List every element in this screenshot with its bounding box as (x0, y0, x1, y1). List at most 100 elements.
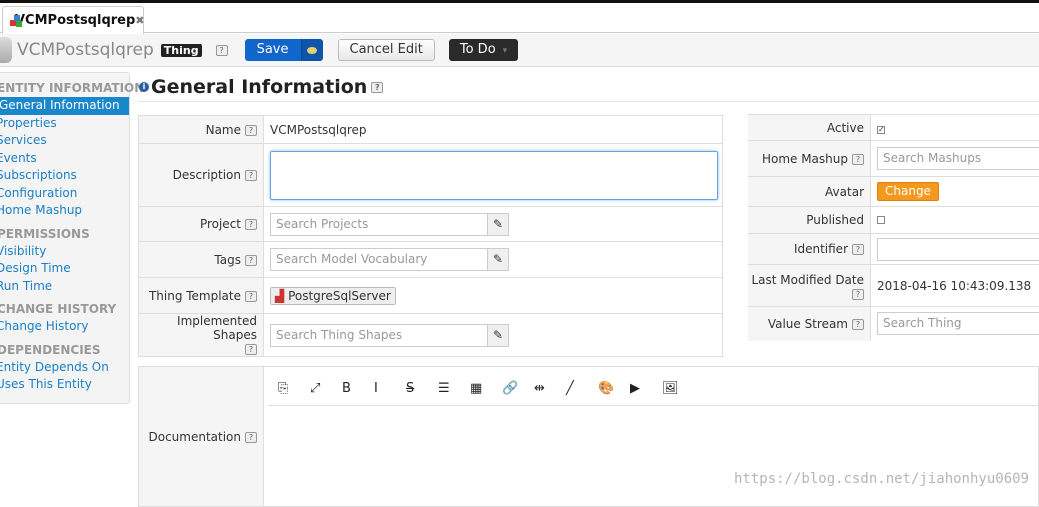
sidebar-section-header: PERMISSIONS (0, 226, 129, 243)
bold-icon[interactable]: B (342, 381, 374, 396)
project-search-input[interactable]: Search Projects✎ (270, 213, 509, 236)
sidebar-item-run-time[interactable]: Run Time (0, 278, 129, 296)
help-icon[interactable]: ? (852, 319, 864, 330)
row-name: Name?VCMPostsqlqrep (139, 116, 723, 144)
identifier-input[interactable] (877, 238, 1039, 261)
comment-icon (307, 47, 317, 54)
list-icon[interactable]: ☰ (438, 381, 470, 396)
thing-template-chip[interactable]: ▟ PostgreSqlServer (270, 287, 396, 305)
color-icon[interactable]: 🎨 (598, 381, 630, 396)
fullscreen-icon[interactable]: ⤢ (310, 381, 342, 396)
page-title: iGeneral Information? (139, 76, 383, 98)
help-icon[interactable]: ? (245, 344, 257, 355)
entity-name: VCMPostsqlqrep (17, 40, 154, 60)
sidebar-item-configuration[interactable]: Configuration (0, 185, 129, 203)
shapes-search-input[interactable]: Search Thing Shapes✎ (270, 324, 509, 347)
description-label: Description (173, 168, 241, 182)
help-icon[interactable]: ? (245, 291, 257, 302)
value-stream-search-input[interactable]: Search Thing (877, 312, 1039, 335)
video-icon[interactable]: ▶ (630, 381, 662, 396)
save-label: Save (245, 39, 301, 61)
placeholder: Search Projects (276, 214, 487, 235)
strikethrough-icon[interactable]: S̶ (406, 381, 438, 396)
sidebar-section-header: ENTITY INFORMATION (0, 80, 129, 97)
help-icon[interactable]: ? (245, 432, 257, 443)
row-description: Description? (139, 144, 723, 207)
close-icon[interactable]: ✖ (135, 14, 144, 27)
tab-title: VCMPostsqlqrep (15, 13, 135, 28)
sidebar-item-properties[interactable]: Properties (0, 115, 129, 133)
value-stream-label: Value Stream (768, 317, 848, 331)
active-label: Active (827, 121, 864, 135)
info-icon: i (139, 82, 149, 92)
link-icon[interactable]: 🔗 (502, 381, 534, 396)
horizontal-rule-icon[interactable]: ╱ (566, 381, 598, 396)
sidebar-item-uses-this-entity[interactable]: Uses This Entity (0, 376, 129, 394)
tab-bar: VCMPostsqlqrep ✖ (0, 3, 1039, 33)
editor-toolbar: ⎘⤢BIS̶☰▦🔗⇹╱🎨▶🖼 (268, 371, 1038, 406)
tags-label: Tags (214, 253, 241, 267)
help-icon[interactable]: ? (245, 219, 257, 230)
help-icon[interactable]: ? (852, 244, 864, 255)
placeholder: Search Mashups (883, 148, 1039, 169)
table-icon[interactable]: ▦ (470, 381, 502, 396)
thing-template-label: Thing Template (149, 289, 241, 303)
published-checkbox[interactable] (877, 216, 885, 224)
tab-entity[interactable]: VCMPostsqlqrep ✖ (2, 6, 144, 34)
todo-dropdown[interactable]: To Do ▾ (449, 39, 518, 61)
help-icon[interactable]: ? (371, 82, 383, 93)
edit-pencil-icon[interactable]: ✎ (487, 325, 508, 346)
sidebar-section-header: DEPENDENCIES (0, 342, 129, 359)
tags-search-input[interactable]: Search Model Vocabulary✎ (270, 248, 509, 271)
help-icon[interactable]: ? (852, 154, 864, 165)
save-comment-button[interactable] (301, 39, 323, 61)
sidebar-item-entity-depends-on[interactable]: Entity Depends On (0, 359, 129, 377)
template-icon: ▟ (275, 289, 284, 303)
implemented-shapes-label: Implemented Shapes (177, 314, 257, 342)
entity-toolbar: VCMPostsqlqrep Thing ? Save Cancel Edit … (0, 34, 1039, 67)
image-icon[interactable]: 🖼 (662, 381, 694, 396)
description-textarea[interactable] (270, 151, 718, 200)
row-implemented-shapes: Implemented Shapes? Search Thing Shapes✎ (139, 314, 723, 357)
last-modified-label: Last Modified Date (751, 273, 864, 287)
avatar-label: Avatar (825, 185, 864, 199)
placeholder: Search Thing Shapes (276, 325, 487, 346)
sidebar-item-change-history[interactable]: Change History (0, 318, 129, 336)
sidebar-item-home-mashup[interactable]: Home Mashup (0, 202, 129, 220)
identifier-label: Identifier (794, 242, 848, 256)
home-mashup-search-input[interactable]: Search Mashups (877, 147, 1039, 170)
chevron-down-icon: ▾ (503, 46, 508, 56)
sidebar-item-visibility[interactable]: Visibility (0, 243, 129, 261)
row-thing-template: Thing Template? ▟ PostgreSqlServer (139, 278, 723, 314)
help-icon[interactable]: ? (245, 125, 257, 136)
placeholder: Search Thing (883, 313, 1039, 334)
help-icon[interactable]: ? (852, 289, 864, 300)
published-label: Published (806, 213, 864, 227)
general-form: Name?VCMPostsqlqrep Description? Project… (138, 115, 723, 357)
sidebar-item-general-information[interactable]: General Information (0, 97, 129, 115)
help-icon[interactable]: ? (245, 170, 257, 181)
sidebar-item-services[interactable]: Services (0, 132, 129, 150)
database-icon (0, 37, 12, 63)
change-avatar-button[interactable]: Change (877, 182, 939, 201)
active-checkbox[interactable]: ✓ (877, 126, 885, 134)
divider (138, 101, 1039, 102)
source-icon[interactable]: ⎘ (278, 381, 310, 396)
help-icon[interactable]: ? (216, 45, 228, 56)
documentation-label: Documentation (148, 430, 241, 444)
edit-pencil-icon[interactable]: ✎ (487, 249, 508, 270)
sidebar-item-subscriptions[interactable]: Subscriptions (0, 167, 129, 185)
save-button[interactable]: Save (245, 39, 323, 61)
cancel-edit-button[interactable]: Cancel Edit (338, 39, 435, 61)
sidebar-item-design-time[interactable]: Design Time (0, 260, 129, 278)
edit-pencil-icon[interactable]: ✎ (487, 214, 508, 235)
italic-icon[interactable]: I (374, 381, 406, 396)
placeholder: Search Model Vocabulary (276, 249, 487, 270)
todo-label: To Do (460, 42, 496, 57)
help-icon[interactable]: ? (245, 255, 257, 266)
name-value: VCMPostsqlqrep (264, 116, 723, 144)
sidebar-item-events[interactable]: Events (0, 150, 129, 168)
unlink-icon[interactable]: ⇹ (534, 381, 566, 396)
template-name: PostgreSqlServer (288, 289, 391, 303)
sidebar-section-header: CHANGE HISTORY (0, 301, 129, 318)
